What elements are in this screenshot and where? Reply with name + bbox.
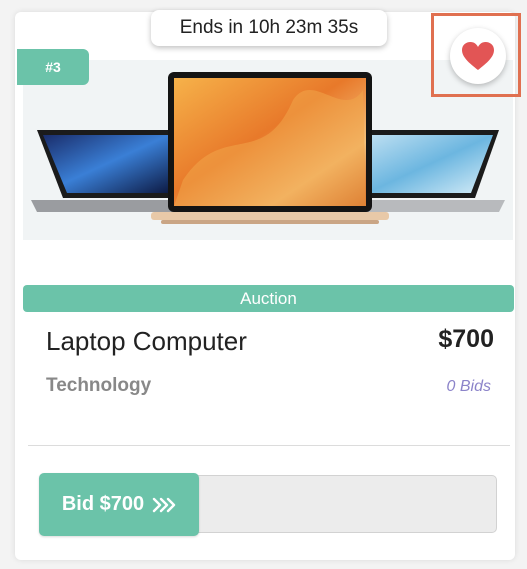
product-title: Laptop Computer xyxy=(46,326,247,356)
triple-chevron-right-icon xyxy=(152,497,176,513)
favorite-button[interactable] xyxy=(450,28,506,84)
favorite-highlight xyxy=(431,13,521,97)
bid-button[interactable]: Bid $700 xyxy=(39,473,199,536)
countdown-timer: Ends in 10h 23m 35s xyxy=(151,10,387,46)
rank-label: #3 xyxy=(45,59,61,75)
divider xyxy=(28,445,510,446)
product-price: $700 xyxy=(438,325,494,353)
auction-type-bar: Auction xyxy=(23,285,514,312)
product-category: Technology xyxy=(46,375,152,396)
heart-icon xyxy=(462,42,494,70)
bid-button-label: Bid $700 xyxy=(61,493,145,515)
bid-count: 0 Bids xyxy=(446,378,491,395)
auction-label: Auction xyxy=(240,288,297,308)
countdown-text: Ends in 10h 23m 35s xyxy=(179,17,359,38)
rank-badge: #3 xyxy=(17,49,89,85)
